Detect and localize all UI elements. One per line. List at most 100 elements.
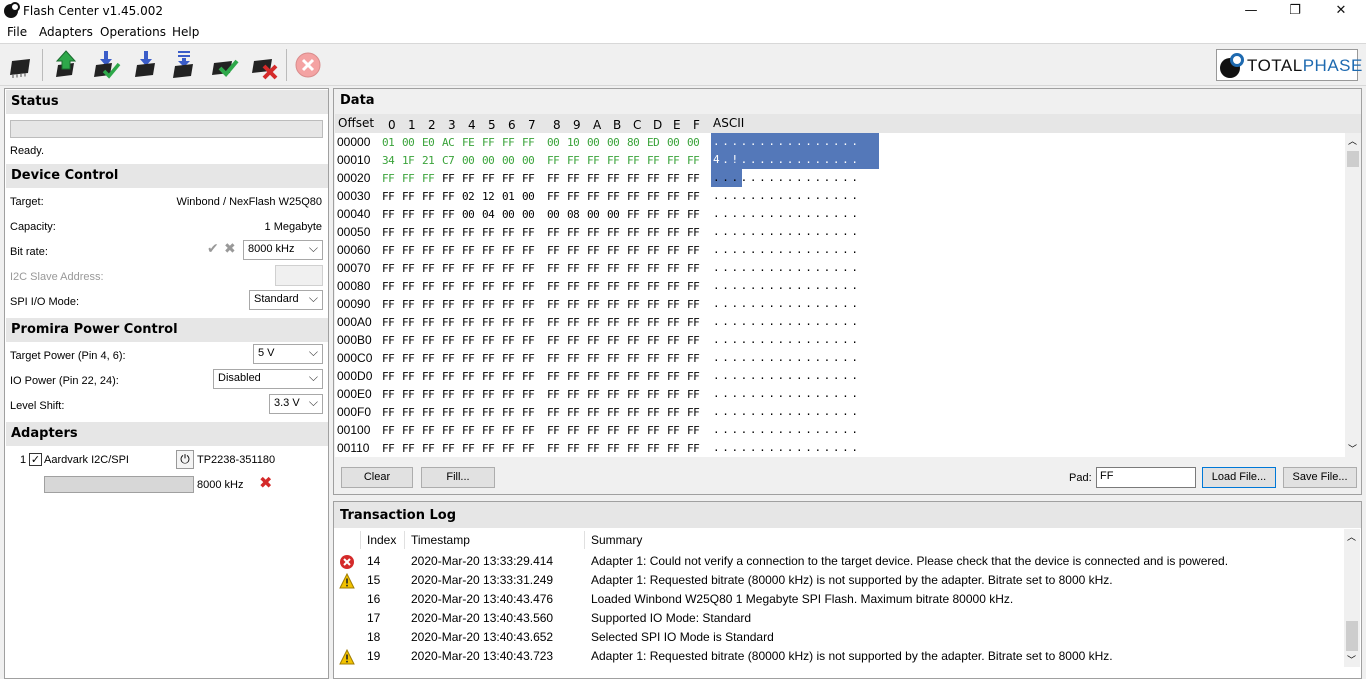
hex-byte[interactable]: FF [687, 352, 709, 365]
hex-byte[interactable]: FF [647, 172, 669, 185]
hex-byte[interactable]: FF [607, 226, 629, 239]
hex-byte[interactable]: 08 [567, 208, 589, 221]
hex-byte[interactable]: FF [547, 406, 569, 419]
hex-byte[interactable]: ED [647, 136, 669, 149]
hex-byte[interactable]: FF [627, 208, 649, 221]
program-verify-icon[interactable] [90, 49, 122, 81]
hex-byte[interactable]: FF [462, 370, 484, 383]
hex-byte[interactable]: FF [587, 280, 609, 293]
hex-byte[interactable]: FF [522, 298, 544, 311]
hex-row-ascii[interactable]: ................ [713, 405, 861, 418]
hex-byte[interactable]: FF [382, 244, 404, 257]
hex-byte[interactable]: FF [382, 442, 404, 455]
hex-byte[interactable]: FF [567, 172, 589, 185]
hex-byte[interactable]: FF [647, 298, 669, 311]
hex-byte[interactable]: FF [567, 154, 589, 167]
hex-byte[interactable]: FF [567, 298, 589, 311]
hex-byte[interactable]: FF [647, 244, 669, 257]
hex-byte[interactable]: FF [587, 370, 609, 383]
hex-row[interactable]: 00020 FF FF FF FF FF FF FF FF FF FF FF FF FF FF FF FF...… [335, 169, 1346, 187]
hex-row-ascii[interactable]: ................ [713, 351, 861, 364]
hex-byte[interactable]: FF [567, 244, 589, 257]
hex-byte[interactable]: FF [567, 190, 589, 203]
hex-byte[interactable]: FF [482, 172, 504, 185]
hex-byte[interactable]: FF [627, 388, 649, 401]
log-row[interactable]: 15 2020-Mar-20 13:33:31.249 Adapter 1: Req… [334, 571, 1344, 590]
hex-byte[interactable]: FF [462, 424, 484, 437]
hex-byte[interactable]: FF [587, 154, 609, 167]
scroll-thumb[interactable] [1347, 151, 1359, 167]
hex-byte[interactable]: FF [667, 334, 689, 347]
hex-row[interactable]: 000C0 FF FF FF FF FF FF FF FF FF FF FF FF FF FF FF FF...… [335, 349, 1346, 367]
hex-byte[interactable]: FF [522, 136, 544, 149]
hex-byte[interactable]: FF [462, 406, 484, 419]
hex-row-ascii[interactable]: ................ [713, 441, 861, 454]
hex-row[interactable]: 000B0 FF FF FF FF FF FF FF FF FF FF FF FF FF FF FF FF...… [335, 331, 1346, 349]
hex-byte[interactable]: FF [627, 298, 649, 311]
hex-row[interactable]: 00010 34 1F 21 C7 00 00 00 00 FF FF FF FF FF FF FF FF 4.!… [335, 151, 1346, 169]
hex-byte[interactable]: FF [607, 352, 629, 365]
scroll-up-icon[interactable]: ︿ [1348, 134, 1357, 147]
hex-byte[interactable]: FF [607, 388, 629, 401]
hex-byte[interactable]: FF [382, 190, 404, 203]
hex-byte[interactable]: FF [547, 316, 569, 329]
hex-byte[interactable]: FF [547, 226, 569, 239]
hex-byte[interactable]: FF [522, 406, 544, 419]
hex-byte[interactable]: FF [667, 244, 689, 257]
hex-byte[interactable]: FF [502, 352, 524, 365]
hex-row[interactable]: 00080 FF FF FF FF FF FF FF FF FF FF FF FF FF FF FF FF...… [335, 277, 1346, 295]
hex-byte[interactable]: FF [587, 172, 609, 185]
save-file-button[interactable]: Save File... [1283, 467, 1357, 488]
hex-byte[interactable]: C7 [442, 154, 464, 167]
hex-byte[interactable]: FF [422, 352, 444, 365]
hex-byte[interactable]: 1F [402, 154, 424, 167]
menu-adapters[interactable]: Adapters [39, 25, 93, 39]
hex-byte[interactable]: FF [607, 370, 629, 383]
hex-byte[interactable]: FF [502, 442, 524, 455]
hex-byte[interactable]: FF [522, 244, 544, 257]
hex-byte[interactable]: FF [522, 172, 544, 185]
hex-byte[interactable]: FF [382, 370, 404, 383]
hex-byte[interactable]: FF [547, 442, 569, 455]
hex-byte[interactable]: FF [687, 334, 709, 347]
hex-byte[interactable]: FF [482, 352, 504, 365]
hex-byte[interactable]: FF [687, 424, 709, 437]
hex-byte[interactable]: 00 [522, 190, 544, 203]
hex-byte[interactable]: FF [402, 208, 424, 221]
hex-byte[interactable]: FF [667, 298, 689, 311]
hex-byte[interactable]: FF [422, 370, 444, 383]
hex-byte[interactable]: FF [567, 406, 589, 419]
scroll-down-icon[interactable]: ﹀ [1348, 442, 1357, 455]
stop-icon[interactable] [292, 49, 324, 81]
hex-byte[interactable]: FF [402, 226, 424, 239]
hex-byte[interactable]: FF [587, 334, 609, 347]
hex-row[interactable]: 00000 01 00 E0 AC FE FF FF FF 00 10 00 00 80 ED 00 00...… [335, 133, 1346, 151]
hex-byte[interactable]: FF [667, 316, 689, 329]
hex-row[interactable]: 000E0 FF FF FF FF FF FF FF FF FF FF FF FF FF FF FF FF...… [335, 385, 1346, 403]
hex-byte[interactable]: 00 [547, 208, 569, 221]
hex-byte[interactable]: FF [382, 388, 404, 401]
hex-byte[interactable]: FF [647, 442, 669, 455]
hex-byte[interactable]: FF [482, 136, 504, 149]
hex-row-ascii[interactable]: ................ [713, 171, 861, 184]
hex-byte[interactable]: FF [647, 316, 669, 329]
hex-byte[interactable]: FF [462, 442, 484, 455]
hex-byte[interactable]: FF [442, 352, 464, 365]
hex-byte[interactable]: FF [607, 298, 629, 311]
hex-byte[interactable]: FF [627, 226, 649, 239]
hex-row-ascii[interactable]: ................ [713, 369, 861, 382]
bitrate-combo[interactable]: 8000 kHz [243, 240, 323, 260]
hex-row-ascii[interactable]: ................ [713, 225, 861, 238]
hex-byte[interactable]: FF [422, 406, 444, 419]
hex-byte[interactable]: FF [667, 280, 689, 293]
hex-byte[interactable]: FF [502, 280, 524, 293]
hex-byte[interactable]: 00 [482, 154, 504, 167]
hex-byte[interactable]: FF [442, 370, 464, 383]
hex-byte[interactable]: FF [687, 442, 709, 455]
hex-byte[interactable]: FF [607, 406, 629, 419]
hex-byte[interactable]: 00 [687, 136, 709, 149]
hex-byte[interactable]: FF [667, 262, 689, 275]
log-index-header[interactable]: Index [367, 533, 396, 547]
hex-byte[interactable]: FF [627, 442, 649, 455]
hex-byte[interactable]: FF [522, 352, 544, 365]
